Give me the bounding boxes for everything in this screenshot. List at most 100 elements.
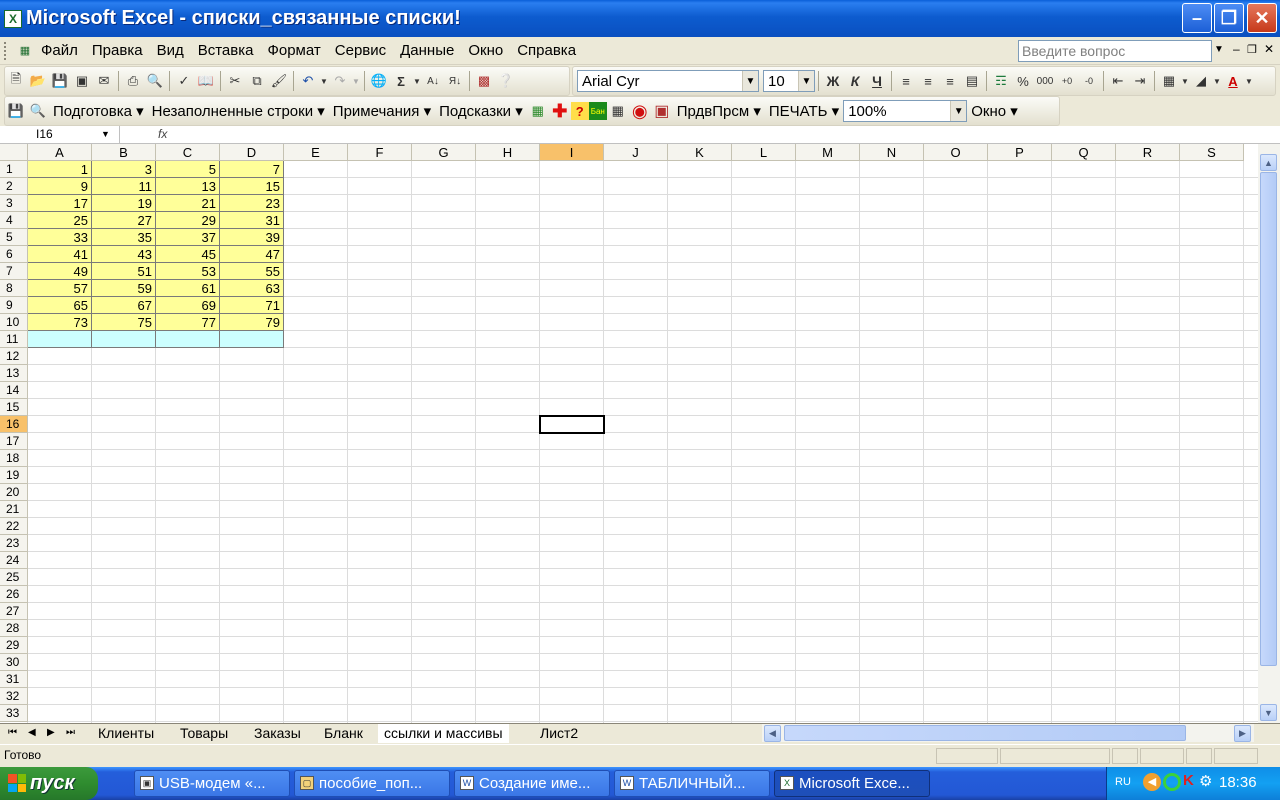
cell-c11[interactable] xyxy=(156,331,220,348)
horizontal-scroll-thumb[interactable] xyxy=(784,725,1186,741)
row-header-25[interactable]: 25 xyxy=(0,569,28,586)
select-all-corner[interactable] xyxy=(0,144,28,161)
spreadsheet-grid[interactable]: A B C D E F G H I J K L M N O P Q R S 1 2 3 4 5 6 7 8 9 10 11 12 13 14 15… xyxy=(0,144,1258,723)
new-icon[interactable]: 🗎 xyxy=(5,70,27,92)
doc-restore-icon[interactable]: ❐ xyxy=(1247,43,1257,56)
tray-green-icon[interactable] xyxy=(1163,773,1181,791)
cell-a4[interactable]: 25 xyxy=(28,212,92,229)
cell-b10[interactable]: 75 xyxy=(92,314,156,331)
increase-indent-icon[interactable]: ⇥ xyxy=(1129,70,1151,92)
active-cell-cursor[interactable] xyxy=(539,415,605,434)
row-header-7[interactable]: 7 xyxy=(0,263,28,280)
task-usb-modem[interactable]: ▣ USB-модем «... xyxy=(134,770,290,797)
cell-b2[interactable]: 11 xyxy=(92,178,156,195)
cell-a9[interactable]: 65 xyxy=(28,297,92,314)
restore-button[interactable]: ❐ xyxy=(1214,3,1244,33)
row-header-32[interactable]: 32 xyxy=(0,688,28,705)
column-header-m[interactable]: M xyxy=(796,144,860,161)
cell-a3[interactable]: 17 xyxy=(28,195,92,212)
cell-a6[interactable]: 41 xyxy=(28,246,92,263)
task-tabular[interactable]: W ТАБЛИЧНЫЙ... xyxy=(614,770,770,797)
column-header-o[interactable]: O xyxy=(924,144,988,161)
row-header-3[interactable]: 3 xyxy=(0,195,28,212)
menu-edit[interactable]: Правка xyxy=(85,42,150,59)
bold-button[interactable]: Ж xyxy=(822,70,844,92)
cell-c4[interactable]: 29 xyxy=(156,212,220,229)
save-icon[interactable]: 💾 xyxy=(49,70,71,92)
align-center-icon[interactable]: ≡ xyxy=(917,70,939,92)
column-header-k[interactable]: K xyxy=(668,144,732,161)
redo-dropdown-icon[interactable]: ▼ xyxy=(351,70,361,92)
column-header-f[interactable]: F xyxy=(348,144,412,161)
column-header-h[interactable]: H xyxy=(476,144,540,161)
copy-icon[interactable]: ⧉ xyxy=(246,70,268,92)
sheet-tab-orders[interactable]: Заказы xyxy=(248,724,307,743)
menu-print[interactable]: ПЕЧАТЬ ▾ xyxy=(765,102,843,120)
cell-d4[interactable]: 31 xyxy=(220,212,284,229)
chevron-down-icon[interactable]: ▼ xyxy=(742,71,758,91)
cell-a7[interactable]: 49 xyxy=(28,263,92,280)
column-header-d[interactable]: D xyxy=(220,144,284,161)
cell-d6[interactable]: 47 xyxy=(220,246,284,263)
scroll-up-icon[interactable]: ▲ xyxy=(1260,154,1277,171)
menu-view[interactable]: Вид xyxy=(150,42,191,59)
row-header-6[interactable]: 6 xyxy=(0,246,28,263)
minimize-button[interactable]: – xyxy=(1182,3,1212,33)
borders-dropdown-icon[interactable]: ▼ xyxy=(1180,70,1190,92)
menu-data[interactable]: Данные xyxy=(393,42,461,59)
row-header-28[interactable]: 28 xyxy=(0,620,28,637)
first-sheet-icon[interactable]: ⏮ xyxy=(8,727,17,738)
undo-dropdown-icon[interactable]: ▼ xyxy=(319,70,329,92)
scroll-right-icon[interactable]: ▶ xyxy=(1234,725,1251,742)
record-icon[interactable]: ▣ xyxy=(651,100,673,122)
cell-a5[interactable]: 33 xyxy=(28,229,92,246)
row-header-4[interactable]: 4 xyxy=(0,212,28,229)
save-icon[interactable]: 💾 xyxy=(5,100,27,122)
language-indicator[interactable]: RU xyxy=(1115,776,1131,788)
font-size-select[interactable]: 10 ▼ xyxy=(763,70,815,92)
row-header-9[interactable]: 9 xyxy=(0,297,28,314)
column-header-l[interactable]: L xyxy=(732,144,796,161)
autosum-icon[interactable]: Σ xyxy=(390,70,412,92)
row-header-20[interactable]: 20 xyxy=(0,484,28,501)
name-box-dropdown-icon[interactable]: ▼ xyxy=(101,129,110,139)
column-header-c[interactable]: C xyxy=(156,144,220,161)
column-header-j[interactable]: J xyxy=(604,144,668,161)
cell-c1[interactable]: 5 xyxy=(156,161,220,178)
row-header-27[interactable]: 27 xyxy=(0,603,28,620)
cell-d8[interactable]: 63 xyxy=(220,280,284,297)
zoom-select[interactable]: 100% ▼ xyxy=(843,100,968,122)
row-header-23[interactable]: 23 xyxy=(0,535,28,552)
chart-wizard-icon[interactable]: ▩ xyxy=(473,70,495,92)
tray-antivirus-icon[interactable]: K xyxy=(1183,772,1194,789)
workbook-icon[interactable]: ▦ xyxy=(16,40,34,62)
fx-icon[interactable]: fx xyxy=(158,127,167,141)
cell-a10[interactable]: 73 xyxy=(28,314,92,331)
row-header-12[interactable]: 12 xyxy=(0,348,28,365)
fill-dropdown-icon[interactable]: ▼ xyxy=(1212,70,1222,92)
cell-c7[interactable]: 53 xyxy=(156,263,220,280)
print-icon[interactable]: ⎙ xyxy=(122,70,144,92)
scroll-down-icon[interactable]: ▼ xyxy=(1260,704,1277,721)
cut-icon[interactable]: ✂ xyxy=(224,70,246,92)
last-sheet-icon[interactable]: ⏭ xyxy=(66,727,75,738)
menu-format[interactable]: Формат xyxy=(260,42,327,59)
cell-a11[interactable] xyxy=(28,331,92,348)
next-sheet-icon[interactable]: ▶ xyxy=(47,727,55,738)
row-header-18[interactable]: 18 xyxy=(0,450,28,467)
column-header-i[interactable]: I xyxy=(540,144,604,161)
cell-b9[interactable]: 67 xyxy=(92,297,156,314)
thousands-button[interactable]: 000 xyxy=(1034,70,1056,92)
spelling-icon[interactable]: ✓ xyxy=(173,70,195,92)
column-header-r[interactable]: R xyxy=(1116,144,1180,161)
cell-d10[interactable]: 79 xyxy=(220,314,284,331)
toolbar-grip[interactable] xyxy=(4,41,10,60)
doc-minimize-icon[interactable]: – xyxy=(1233,42,1240,56)
align-left-icon[interactable]: ≡ xyxy=(895,70,917,92)
row-header-19[interactable]: 19 xyxy=(0,467,28,484)
cell-b3[interactable]: 19 xyxy=(92,195,156,212)
decrease-decimal-icon[interactable]: -0 xyxy=(1078,70,1100,92)
autosum-dropdown-icon[interactable]: ▼ xyxy=(412,70,422,92)
vertical-scrollbar[interactable]: ▲ ▼ xyxy=(1258,144,1280,723)
cell-b1[interactable]: 3 xyxy=(92,161,156,178)
